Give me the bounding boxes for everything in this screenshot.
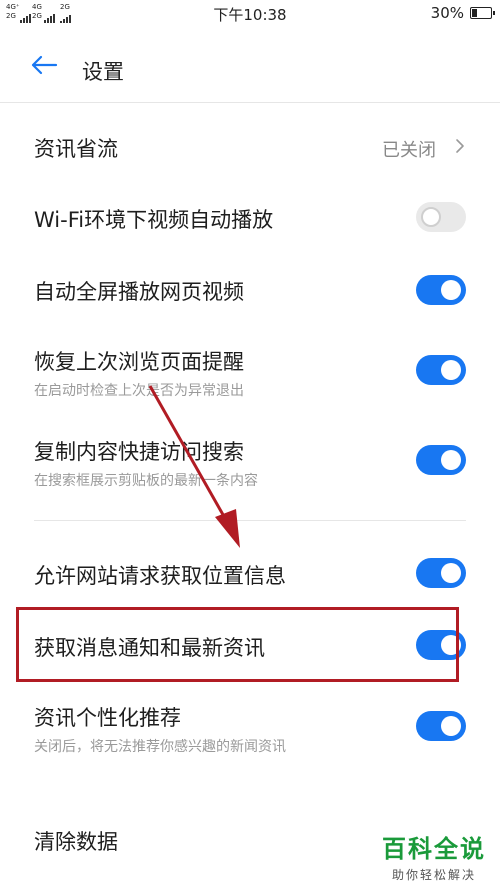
watermark-subtitle: 助你轻松解决 [391,868,476,882]
watermark: 百科全说 助你轻松解决 [382,829,486,883]
watermark-title: 百科全说 [382,835,486,863]
annotation-arrow [148,385,240,548]
annotation-highlight-box [16,607,459,682]
